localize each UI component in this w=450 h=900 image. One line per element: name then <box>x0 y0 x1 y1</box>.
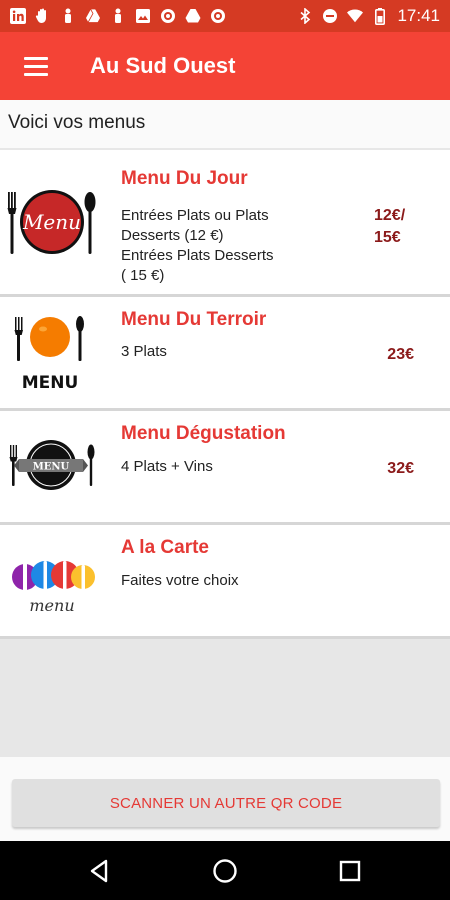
menu-black-plate-icon: MENU <box>5 425 99 509</box>
menu-price: 12€/ 15€ <box>374 205 414 249</box>
menu-description-line: Desserts (12 €) <box>121 227 224 244</box>
recents-icon[interactable] <box>334 855 366 887</box>
status-time: 17:41 <box>397 6 440 25</box>
menu-name: Menu Du Jour <box>121 168 248 189</box>
menu-name: A la Carte <box>121 537 209 558</box>
menu-description: Entrées Plats ou Plats Desserts (12 €) E… <box>121 206 321 286</box>
figure-icon <box>60 8 76 24</box>
app-bar: Au Sud Ouest <box>0 32 450 100</box>
menu-colorful-utensils-icon: menu <box>5 539 99 623</box>
system-icons: 17:41 <box>297 6 440 26</box>
menu-list: Menu Menu Du Jour Entrées Plats ou Plats… <box>0 150 450 639</box>
menu-card-degustation[interactable]: MENU Menu Dégustation 4 Plats + Vins 32€ <box>0 411 450 525</box>
app-title: Au Sud Ouest <box>90 53 236 78</box>
drive-icon <box>185 8 201 24</box>
menu-price: 23€ <box>387 344 414 366</box>
do-not-disturb-icon <box>322 8 338 24</box>
menu-description: 4 Plats + Vins <box>121 457 213 477</box>
linkedin-icon <box>10 8 26 24</box>
target-icon <box>210 8 226 24</box>
menu-description-line: 4 Plats + Vins <box>121 458 213 475</box>
figure-icon <box>110 8 126 24</box>
menu-logo-text: MENU <box>33 462 70 473</box>
drive-icon <box>85 8 101 24</box>
menu-logo-text: MENU <box>22 373 79 393</box>
menu-orange-plate-icon: MENU <box>5 311 99 395</box>
image-icon <box>135 8 151 24</box>
menu-price-line: 15€ <box>374 229 401 246</box>
hamburger-icon[interactable] <box>24 56 48 76</box>
menu-description: Faites votre choix <box>121 571 239 591</box>
menu-name: Menu Dégustation <box>121 423 286 444</box>
menu-description-line: Entrées Plats Desserts <box>121 247 274 264</box>
menu-description-line: 3 Plats <box>121 343 167 360</box>
menu-price-line: 12€/ <box>374 207 406 224</box>
bluetooth-icon <box>297 8 313 24</box>
bottom-action-area: SCANNER UN AUTRE QR CODE <box>0 757 450 841</box>
hand-icon <box>35 8 51 24</box>
target-icon <box>160 8 176 24</box>
wifi-icon <box>347 8 364 24</box>
battery-icon <box>372 7 388 25</box>
menu-card-a-la-carte[interactable]: menu A la Carte Faites votre choix <box>0 525 450 639</box>
menu-description-line: Faites votre choix <box>121 572 239 589</box>
menu-logo-text: Menu <box>22 210 81 234</box>
menu-plate-fork-spoon-icon: Menu <box>5 182 99 266</box>
menu-logo-text: menu <box>29 596 74 615</box>
home-icon[interactable] <box>209 855 241 887</box>
menu-card-du-jour[interactable]: Menu Menu Du Jour Entrées Plats ou Plats… <box>0 150 450 297</box>
notification-icons <box>10 8 226 24</box>
menu-description-line: Entrées Plats ou Plats <box>121 207 269 224</box>
navigation-bar <box>0 841 450 900</box>
menu-card-du-terroir[interactable]: MENU Menu Du Terroir 3 Plats 23€ <box>0 297 450 411</box>
menu-description-line: ( 15 €) <box>121 267 165 284</box>
status-bar: 17:41 <box>0 0 450 32</box>
menu-description: 3 Plats <box>121 342 167 362</box>
page-subtitle: Voici vos menus <box>0 100 450 148</box>
menu-price-line: 23€ <box>387 346 414 363</box>
back-icon[interactable] <box>84 855 116 887</box>
scan-qr-button[interactable]: SCANNER UN AUTRE QR CODE <box>12 779 440 827</box>
menu-price-line: 32€ <box>387 460 414 477</box>
menu-price: 32€ <box>387 458 414 480</box>
menu-name: Menu Du Terroir <box>121 309 267 330</box>
